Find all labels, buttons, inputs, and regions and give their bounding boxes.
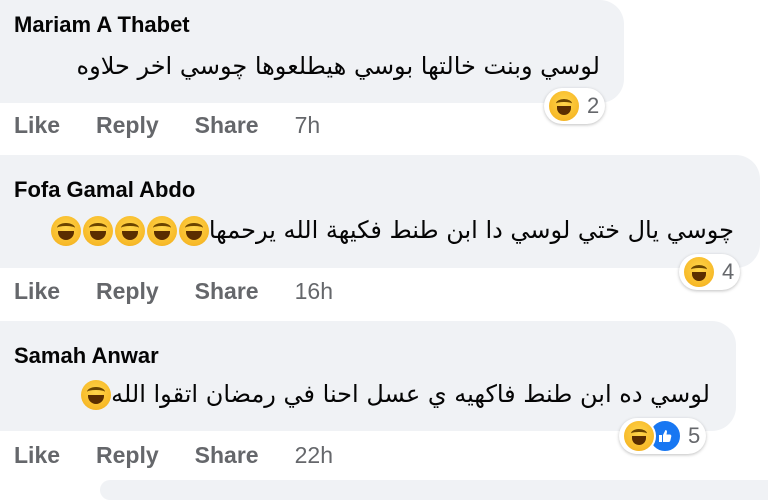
share-button[interactable]: Share	[195, 442, 259, 469]
haha-emoji-icon	[81, 380, 112, 410]
comment-text-content: لوسي ده ابن طنط فاكهيه ي عسل احنا في رمض…	[111, 380, 710, 408]
reaction-summary[interactable]: 2	[544, 88, 606, 124]
comment-bubble	[0, 155, 760, 268]
comment-author[interactable]: Fofa Gamal Abdo	[14, 177, 195, 203]
comment-timestamp[interactable]: 16h	[295, 278, 333, 305]
haha-emoji-icon	[114, 216, 145, 246]
reaction-summary[interactable]: 5	[619, 418, 707, 454]
haha-icon	[547, 89, 581, 123]
comment-bubble	[0, 321, 736, 431]
comment-text: لوسي ده ابن طنط فاكهيه ي عسل احنا في رمض…	[16, 380, 710, 410]
haha-emoji-icon	[50, 216, 81, 246]
reply-button[interactable]: Reply	[96, 278, 159, 305]
comment-actions: Like Reply Share 22h	[14, 442, 333, 469]
like-button[interactable]: Like	[14, 442, 60, 469]
haha-emoji-icon	[82, 216, 113, 246]
comment-text-content: لوسي وبنت خالتها بوسي هيطلعوها چوسي اخر …	[76, 52, 600, 80]
reply-button[interactable]: Reply	[96, 442, 159, 469]
haha-emoji-icon	[178, 216, 209, 246]
comment-timestamp[interactable]: 7h	[295, 112, 321, 139]
like-button[interactable]: Like	[14, 112, 60, 139]
share-button[interactable]: Share	[195, 112, 259, 139]
comment-actions: Like Reply Share 16h	[14, 278, 333, 305]
comment-bubble	[100, 480, 768, 500]
comment-text: لوسي وبنت خالتها بوسي هيطلعوها چوسي اخر …	[77, 52, 600, 80]
haha-icon	[682, 255, 716, 289]
comment-actions: Like Reply Share 7h	[14, 112, 320, 139]
reaction-count: 2	[587, 93, 600, 118]
reaction-summary[interactable]: 4	[679, 254, 741, 290]
comment-text: چوسي يال ختي لوسي دا ابن طنط فكيهة الله …	[16, 216, 734, 246]
reaction-count: 5	[688, 423, 701, 448]
haha-emoji-icon	[146, 216, 177, 246]
comment-author[interactable]: Samah Anwar	[14, 343, 159, 369]
share-button[interactable]: Share	[195, 278, 259, 305]
reaction-count: 4	[722, 259, 735, 284]
haha-icon	[622, 419, 656, 453]
comment-timestamp[interactable]: 22h	[295, 442, 333, 469]
like-button[interactable]: Like	[14, 278, 60, 305]
comment-text-content: چوسي يال ختي لوسي دا ابن طنط فكيهة الله …	[208, 216, 734, 244]
comment-author[interactable]: Mariam A Thabet	[14, 12, 190, 38]
reply-button[interactable]: Reply	[96, 112, 159, 139]
